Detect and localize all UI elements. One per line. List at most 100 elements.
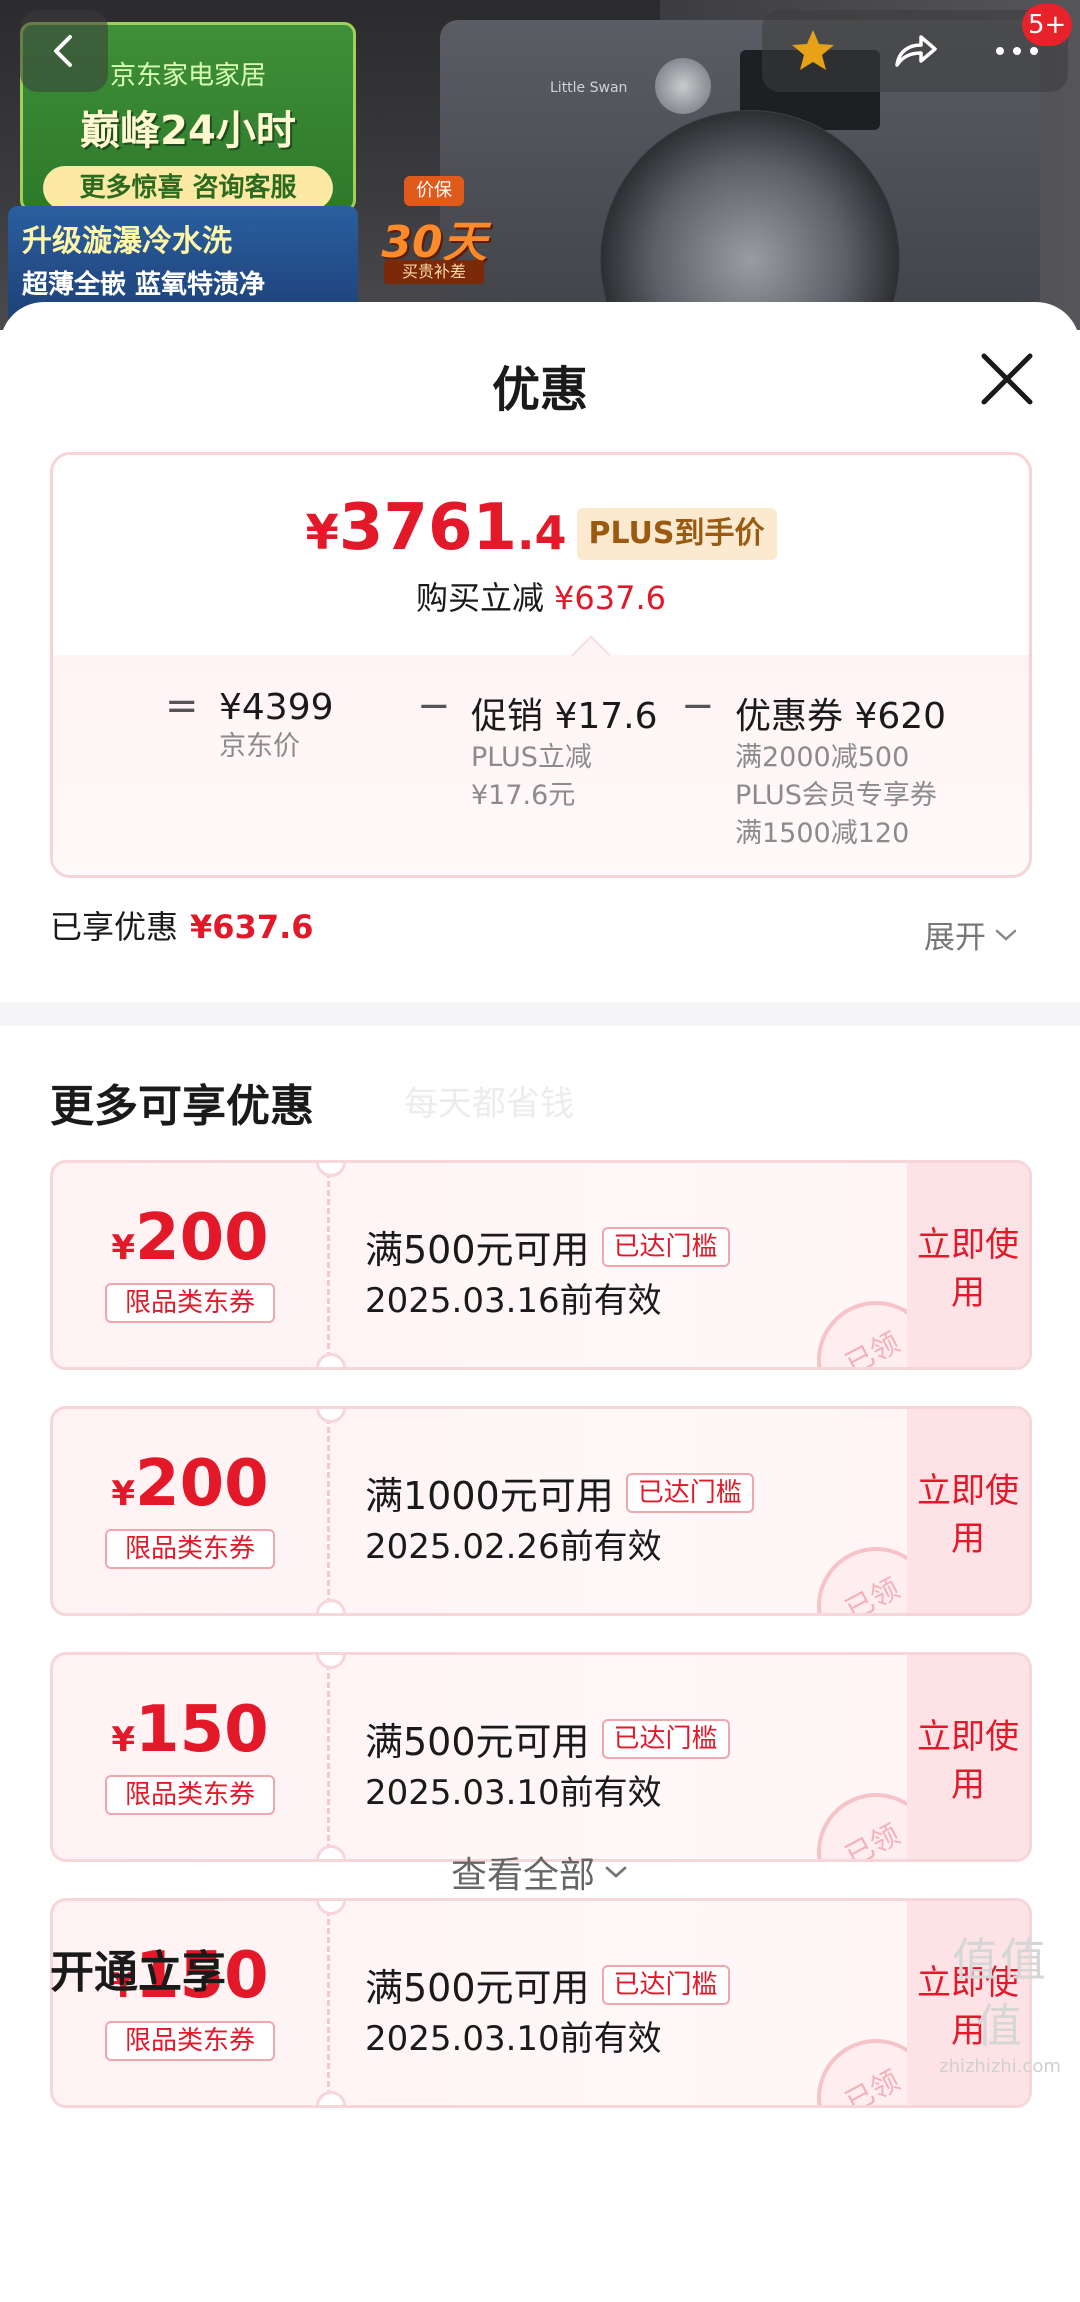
- promotion-detail-amount: ¥17.6元: [471, 780, 576, 811]
- coupon-type: 限品类东券: [105, 1775, 275, 1815]
- more-offers-title: 更多可享优惠: [50, 1081, 314, 1132]
- coupon-condition-text: 满500元可用: [365, 1966, 590, 2010]
- coupon-amount-area: ¥200 限品类东券: [53, 1163, 327, 1367]
- coupon-type: 限品类东券: [105, 1283, 275, 1323]
- site-watermark: 值值值 zhizhizhi.com: [930, 1924, 1070, 2077]
- coupon-detail: 满2000减500: [735, 742, 910, 773]
- reduce-label: 购买立减: [416, 579, 545, 617]
- washer-door: [600, 110, 900, 330]
- site-watermark-url: zhizhizhi.com: [939, 2056, 1061, 2077]
- coupon-separator: [316, 1901, 346, 2105]
- view-all-button[interactable]: 查看全部: [0, 1846, 1080, 1898]
- product-banner[interactable]: Little Swan 京东家电家居 巅峰24小时 更多惊喜 咨询客服 升级漩瀑…: [0, 0, 1080, 330]
- message-count-badge: 5+: [1022, 4, 1073, 46]
- expand-label: 展开: [924, 920, 986, 956]
- coupon-detail: PLUS会员专享券: [735, 780, 937, 811]
- expand-button[interactable]: 展开: [924, 912, 1018, 957]
- base-price-label: 京东价: [219, 731, 300, 762]
- coupon-currency: ¥: [111, 1228, 136, 1268]
- coupon-amount-area: ¥200 限品类东券: [53, 1409, 327, 1613]
- coupon-amount-value: 200: [135, 1201, 269, 1275]
- price-currency: ¥: [305, 505, 339, 561]
- promotion-value: 促销 ¥17.6: [471, 696, 658, 737]
- discount-sheet: 优惠 ¥3761.4 PLUS到手价 购买立减 ¥637.6 = ¥4399 京…: [0, 302, 1080, 2302]
- coupon-separator: [316, 1409, 346, 1613]
- view-all-label: 查看全部: [450, 1855, 595, 1896]
- final-price-section: ¥3761.4 PLUS到手价 购买立减 ¥637.6: [53, 455, 1029, 655]
- coupon-card[interactable]: ¥150 限品类东券 满500元可用 已达门槛 2025.03.10前有效 已领…: [50, 1898, 1032, 2108]
- feature-line2: 超薄全嵌 蓝氧特渍净: [22, 270, 266, 300]
- use-now-button[interactable]: 立即使用: [907, 1655, 1029, 1859]
- instant-reduce-row: 购买立减 ¥637.6: [53, 573, 1029, 619]
- price-protect-top: 价保: [404, 176, 464, 206]
- washer-brand: Little Swan: [550, 80, 628, 96]
- open-membership-title: 开通立享: [50, 1947, 226, 1998]
- chevron-down-icon: [995, 929, 1017, 941]
- coupon-type: 限品类东券: [105, 2021, 275, 2061]
- minus-sign: −: [681, 683, 715, 729]
- coupon-column: 优惠券 ¥620 满2000减500 PLUS会员专享券 满1500减120: [735, 687, 946, 853]
- coupon-condition: 满500元可用 已达门槛: [365, 1711, 730, 1766]
- coupon-card[interactable]: ¥200 限品类东券 满1000元可用 已达门槛 2025.02.26前有效 已…: [50, 1406, 1032, 1616]
- enjoyed-discount: 已享优惠 ¥637.6: [50, 902, 314, 948]
- coupon-type: 限品类东券: [105, 1529, 275, 1569]
- coupon-detail: 满1500减120: [735, 818, 910, 849]
- favorite-button[interactable]: [778, 16, 848, 86]
- coupon-condition: 满500元可用 已达门槛: [365, 1957, 730, 2012]
- price-formula-section: = ¥4399 京东价 − 促销 ¥17.6 PLUS立减 ¥17.6元 − 优…: [53, 655, 1029, 875]
- coupon-expiry: 2025.03.10前有效: [365, 1773, 662, 1813]
- section-divider: [0, 1002, 1080, 1026]
- price-breakdown-card: ¥3761.4 PLUS到手价 购买立减 ¥637.6 = ¥4399 京东价 −…: [50, 452, 1032, 878]
- back-button[interactable]: [20, 10, 108, 92]
- feature-line1: 升级漩瀑冷水洗: [22, 224, 232, 259]
- use-now-button[interactable]: 立即使用: [907, 1409, 1029, 1613]
- back-arrow-icon: [54, 35, 72, 67]
- coupon-amount: ¥150: [53, 1693, 327, 1767]
- coupon-amount-area: ¥150 限品类东券: [53, 1655, 327, 1859]
- coupon-separator: [316, 1163, 346, 1367]
- coupon-amount: ¥200: [53, 1447, 327, 1521]
- coupon-expiry: 2025.03.10前有效: [365, 2019, 662, 2059]
- price-formula: = ¥4399 京东价 − 促销 ¥17.6 PLUS立减 ¥17.6元 − 优…: [53, 675, 1029, 875]
- coupon-condition: 满1000元可用 已达门槛: [365, 1465, 754, 1520]
- coupon-condition: 满500元可用 已达门槛: [365, 1219, 730, 1274]
- watermark-text: 每天都省钱: [404, 1084, 574, 1124]
- equals-sign: =: [165, 683, 199, 729]
- close-button[interactable]: [974, 346, 1040, 412]
- coupon-condition-text: 满1000元可用: [365, 1474, 614, 1518]
- reduce-amount: ¥637.6: [554, 579, 666, 617]
- share-button[interactable]: [880, 16, 950, 86]
- use-now-button[interactable]: 立即使用: [907, 1163, 1029, 1367]
- threshold-reached-badge: 已达门槛: [601, 1964, 730, 2005]
- washer-knob: [655, 58, 711, 114]
- price-decimal: .4: [517, 506, 567, 560]
- coupon-amount-area: ¥150 限品类东券: [53, 1901, 327, 2105]
- coupon-value: 优惠券 ¥620: [735, 696, 947, 737]
- coupon-currency: ¥: [111, 1474, 136, 1514]
- threshold-reached-badge: 已达门槛: [601, 1718, 730, 1759]
- promo-pill: 更多惊喜 咨询客服: [43, 166, 333, 210]
- threshold-reached-badge: 已达门槛: [625, 1472, 754, 1513]
- promo-line2: 巅峰24小时: [80, 108, 296, 154]
- more-icon: [996, 47, 1038, 55]
- price-protect-sub: 买贵补差: [384, 260, 484, 284]
- enjoyed-amount: ¥637.6: [190, 908, 314, 946]
- coupon-card[interactable]: ¥200 限品类东券 满500元可用 已达门槛 2025.03.16前有效 已领…: [50, 1160, 1032, 1370]
- share-icon: [895, 35, 937, 67]
- coupon-amount-value: 200: [135, 1447, 269, 1521]
- close-icon: [981, 353, 1033, 405]
- threshold-reached-badge: 已达门槛: [601, 1226, 730, 1267]
- minus-sign: −: [417, 683, 451, 729]
- base-price-value: ¥4399: [219, 687, 334, 728]
- coupon-amount-value: 150: [135, 1693, 269, 1767]
- enjoyed-label: 已享优惠: [50, 908, 179, 946]
- coupon-expiry: 2025.03.16前有效: [365, 1281, 662, 1321]
- promotion-detail: PLUS立减: [471, 742, 592, 773]
- promotion-column: 促销 ¥17.6 PLUS立减 ¥17.6元: [471, 687, 658, 815]
- coupon-condition-text: 满500元可用: [365, 1720, 590, 1764]
- price-integer: 3761: [338, 491, 518, 565]
- coupon-card[interactable]: ¥150 限品类东券 满500元可用 已达门槛 2025.03.10前有效 已领…: [50, 1652, 1032, 1862]
- site-watermark-logo: 值值值: [952, 1933, 1048, 2053]
- base-price-column: ¥4399 京东价: [219, 687, 334, 766]
- final-price-row: ¥3761.4 PLUS到手价: [53, 493, 1029, 568]
